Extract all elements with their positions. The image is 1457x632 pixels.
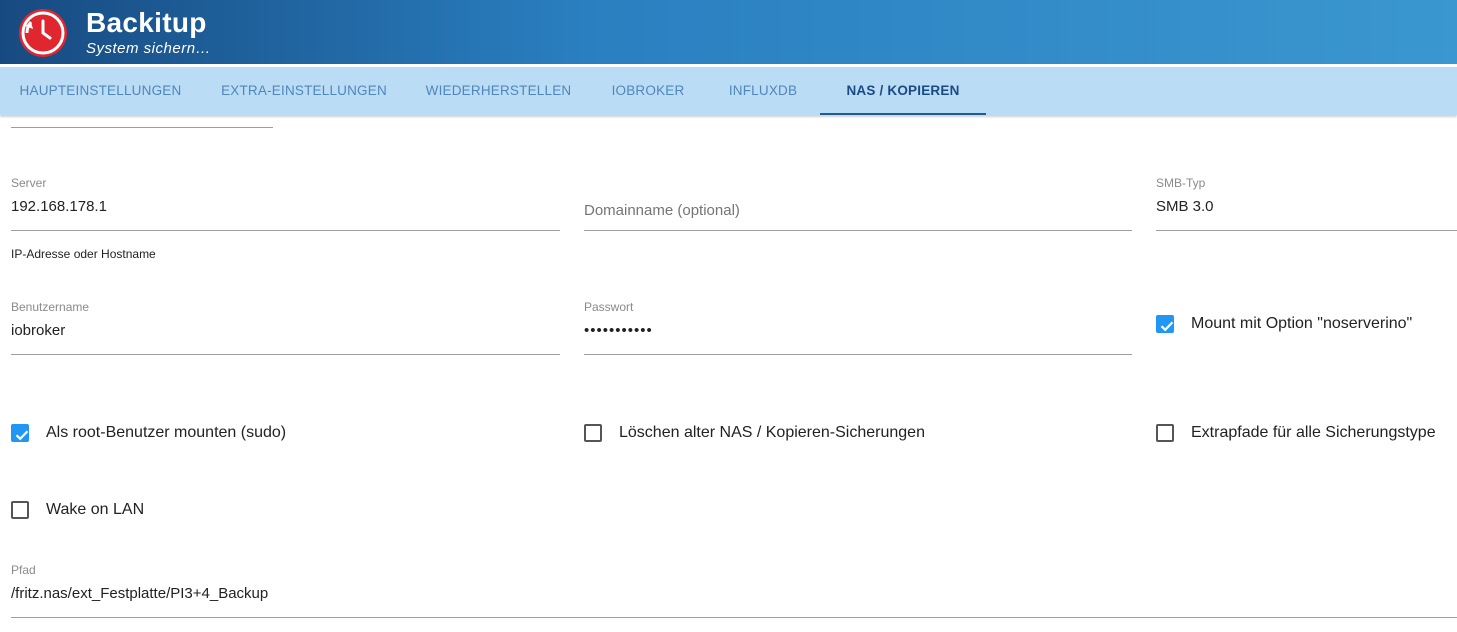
app-subtitle: System sichern… — [86, 40, 212, 57]
password-label: Passwort — [584, 300, 634, 314]
noserverino-label: Mount mit Option "noserverino" — [1191, 315, 1413, 332]
wake-on-lan-checkbox[interactable] — [11, 501, 29, 519]
tab-iobroker[interactable]: IOBROKER — [590, 67, 706, 115]
sudo-label: Als root-Benutzer mounten (sudo) — [46, 424, 287, 441]
extra-paths-checkbox[interactable] — [1156, 424, 1174, 442]
server-label: Server — [11, 176, 47, 190]
username-underline — [11, 354, 560, 355]
smb-type-label: SMB-Typ — [1156, 176, 1206, 190]
restore-clock-icon — [18, 8, 68, 58]
username-input[interactable] — [11, 322, 559, 339]
delete-old-checkbox-row[interactable]: Löschen alter NAS / Kopieren-Sicherungen — [584, 424, 925, 442]
server-helper-text: IP-Adresse oder Hostname — [11, 247, 156, 261]
smb-type-select[interactable]: SMB 3.0 — [1156, 198, 1214, 215]
domain-input[interactable] — [584, 202, 1132, 219]
tab-bar: HAUPTEINSTELLUNGEN EXTRA-EINSTELLUNGEN W… — [0, 67, 1457, 115]
tab-haupteinstellungen[interactable]: HAUPTEINSTELLUNGEN — [0, 67, 201, 115]
delete-old-checkbox[interactable] — [584, 424, 602, 442]
tab-influxdb[interactable]: INFLUXDB — [706, 67, 820, 115]
extra-paths-checkbox-row[interactable]: Extrapfade für alle Sicherungstype — [1156, 424, 1436, 442]
password-input[interactable]: ••••••••••• — [584, 322, 653, 339]
extra-paths-label: Extrapfade für alle Sicherungstype — [1191, 424, 1436, 441]
wake-on-lan-label: Wake on LAN — [46, 501, 145, 518]
username-label: Benutzername — [11, 300, 90, 314]
sudo-checkbox-row[interactable]: Als root-Benutzer mounten (sudo) — [11, 424, 286, 442]
path-underline — [11, 617, 1457, 618]
noserverino-checkbox[interactable] — [1156, 315, 1174, 333]
server-underline — [11, 230, 560, 231]
tab-wiederherstellen[interactable]: WIEDERHERSTELLEN — [407, 67, 590, 115]
active-tab-indicator — [820, 113, 986, 115]
noserverino-checkbox-row[interactable]: Mount mit Option "noserverino" — [1156, 315, 1412, 333]
check-icon — [1160, 321, 1174, 332]
app-header: Backitup System sichern… — [0, 0, 1457, 64]
check-icon — [15, 430, 29, 441]
password-underline — [584, 354, 1132, 355]
wake-on-lan-checkbox-row[interactable]: Wake on LAN — [11, 501, 144, 519]
field-underline-stub — [11, 127, 273, 128]
domain-underline — [584, 230, 1132, 231]
path-input[interactable] — [11, 585, 1451, 602]
tab-extra-einstellungen[interactable]: EXTRA-EINSTELLUNGEN — [201, 67, 407, 115]
sudo-checkbox[interactable] — [11, 424, 29, 442]
app-title: Backitup — [86, 7, 207, 38]
delete-old-label: Löschen alter NAS / Kopieren-Sicherungen — [619, 424, 925, 441]
path-label: Pfad — [11, 563, 36, 577]
tab-nas-kopieren[interactable]: NAS / KOPIEREN — [820, 67, 986, 115]
smb-type-underline — [1156, 230, 1457, 231]
server-input[interactable] — [11, 198, 559, 215]
